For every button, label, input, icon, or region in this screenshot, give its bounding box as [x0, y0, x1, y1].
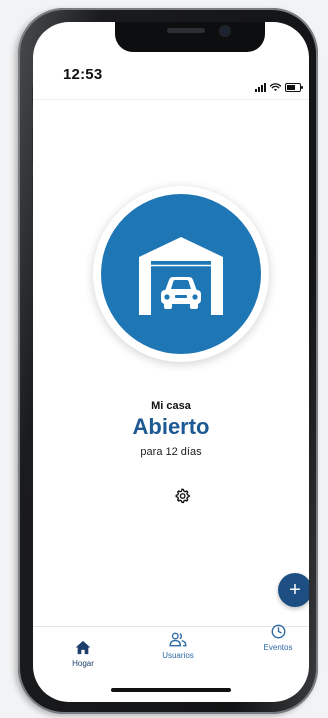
garage-toggle-button[interactable] — [93, 186, 269, 362]
clock-icon — [271, 624, 285, 639]
home-indicator[interactable] — [111, 688, 231, 692]
nav-label-hogar: Hogar — [72, 659, 94, 668]
home-icon — [75, 640, 91, 655]
wifi-icon — [270, 83, 281, 91]
garage-circle[interactable] — [101, 194, 261, 354]
nav-item-hogar[interactable]: Hogar — [48, 640, 118, 668]
app-screen: 12:53 Mi casa Abierto para 12 días + Hog… — [33, 22, 309, 702]
add-button[interactable]: + — [278, 573, 309, 607]
battery-icon — [285, 83, 303, 92]
status-duration: para 12 días — [140, 446, 202, 458]
nav-item-usuarios[interactable]: Usuarios — [143, 632, 213, 660]
notch — [115, 22, 265, 52]
nav-item-eventos[interactable]: Eventos — [243, 624, 309, 652]
header-divider — [33, 99, 309, 100]
status-time: 12:53 — [63, 66, 103, 83]
cellular-signal-icon — [255, 83, 266, 92]
garage-car-icon — [139, 237, 223, 315]
home-name: Mi casa — [151, 400, 191, 412]
speaker — [167, 28, 205, 33]
status-icons — [255, 83, 303, 92]
users-icon — [169, 632, 187, 647]
door-status: Abierto — [132, 414, 210, 439]
gear-icon[interactable] — [174, 488, 190, 504]
nav-label-eventos: Eventos — [263, 643, 293, 652]
nav-label-usuarios: Usuarios — [162, 651, 194, 660]
front-camera — [219, 25, 231, 37]
